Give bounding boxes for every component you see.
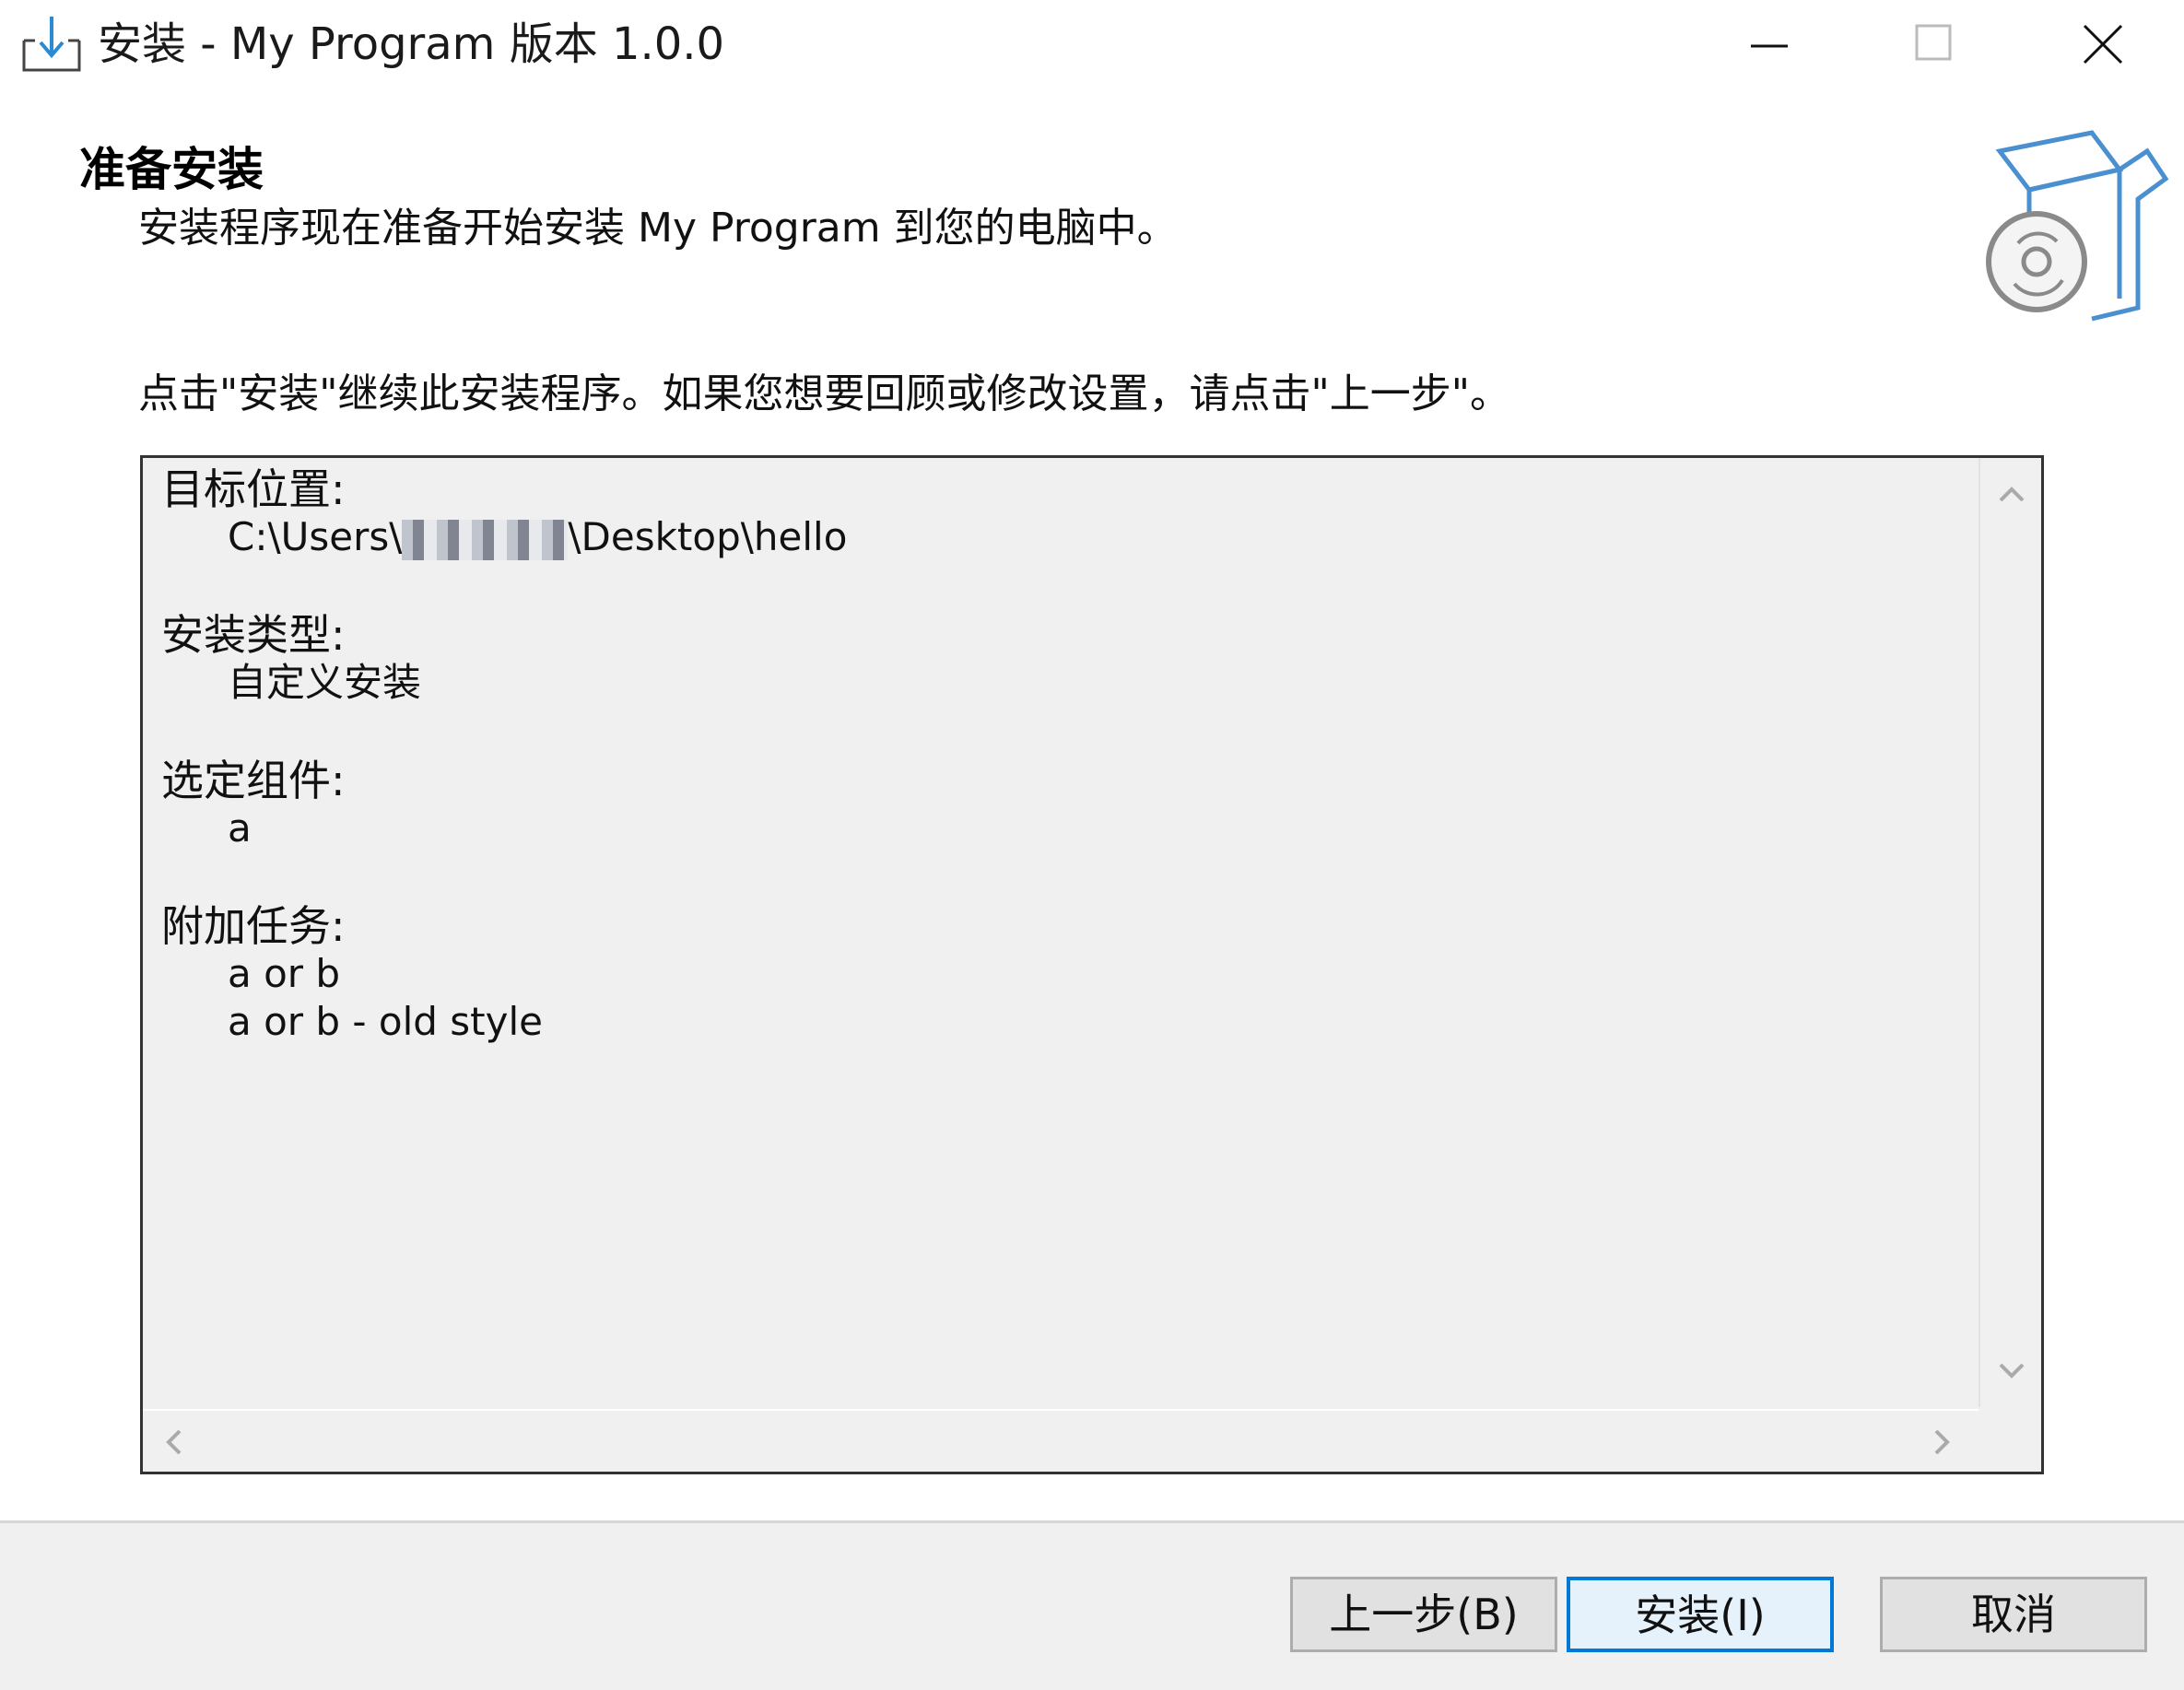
minimize-icon (1751, 44, 1788, 48)
memo-section-setup-type: 安装类型: 自定义安装 (161, 611, 1986, 707)
setup-box-disc-icon (1986, 130, 2169, 322)
back-button[interactable]: 上一步(B) (1290, 1577, 1557, 1652)
scroll-left-icon[interactable] (156, 1424, 193, 1461)
page-subtitle: 安装程序现在准备开始安装 My Program 到您的电脑中。 (138, 205, 1178, 252)
memo-heading: 附加任务: (161, 901, 346, 951)
instruction-text: 点击"安装"继续此安装程序。如果您想要回顾或修改设置，请点击"上一步"。 (138, 370, 1510, 417)
memo-item: a or b (228, 951, 341, 996)
memo-section-destination: 目标位置: C:\Users\ \Desktop\hello (161, 465, 1986, 561)
horizontal-scrollbar[interactable] (143, 1409, 1986, 1472)
install-button[interactable]: 安装(I) (1567, 1577, 1834, 1652)
redacted-username (402, 519, 569, 560)
memo-item: 自定义安装 (228, 660, 422, 705)
memo-section-components: 选定组件: a (161, 757, 1986, 852)
scrollbar-corner (1979, 1409, 2041, 1472)
button-panel: 上一步(B) 安装(I) 取消 (0, 1523, 2184, 1690)
scroll-down-icon[interactable] (1993, 1352, 2030, 1389)
page-title: 准备安装 (79, 143, 264, 196)
cancel-button[interactable]: 取消 (1880, 1577, 2147, 1652)
maximize-icon (1915, 24, 1952, 61)
title-bar: 安装 - My Program 版本 1.0.0 (0, 0, 2184, 96)
scroll-up-icon[interactable] (1993, 476, 2030, 513)
memo-heading: 安装类型: (161, 610, 346, 660)
close-button[interactable] (2022, 0, 2184, 92)
path-prefix: C:\Users\ (228, 514, 403, 559)
memo-content: 目标位置: C:\Users\ \Desktop\hello 安装类型: 自定义安… (161, 465, 1986, 1387)
scroll-right-icon[interactable] (1923, 1424, 1960, 1461)
memo-heading: 目标位置: (161, 465, 346, 514)
vertical-scrollbar[interactable] (1979, 458, 2041, 1407)
wizard-header: 准备安装 安装程序现在准备开始安装 My Program 到您的电脑中。 (0, 96, 2184, 335)
path-suffix: \Desktop\hello (568, 514, 848, 559)
memo-heading: 选定组件: (161, 756, 346, 805)
memo-item: a or b - old style (228, 999, 544, 1044)
window-title: 安装 - My Program 版本 1.0.0 (98, 18, 725, 70)
memo-section-tasks: 附加任务: a or b a or b - old style (161, 902, 1986, 1046)
memo-item: a (228, 805, 252, 851)
close-icon (2083, 24, 2123, 65)
installer-download-icon (22, 17, 81, 72)
destination-path: C:\Users\ \Desktop\hello (161, 513, 1986, 561)
ready-memo-box[interactable]: 目标位置: C:\Users\ \Desktop\hello 安装类型: 自定义安… (140, 455, 2044, 1474)
minimize-button[interactable] (1688, 0, 1850, 92)
maximize-button[interactable] (1850, 0, 2013, 92)
